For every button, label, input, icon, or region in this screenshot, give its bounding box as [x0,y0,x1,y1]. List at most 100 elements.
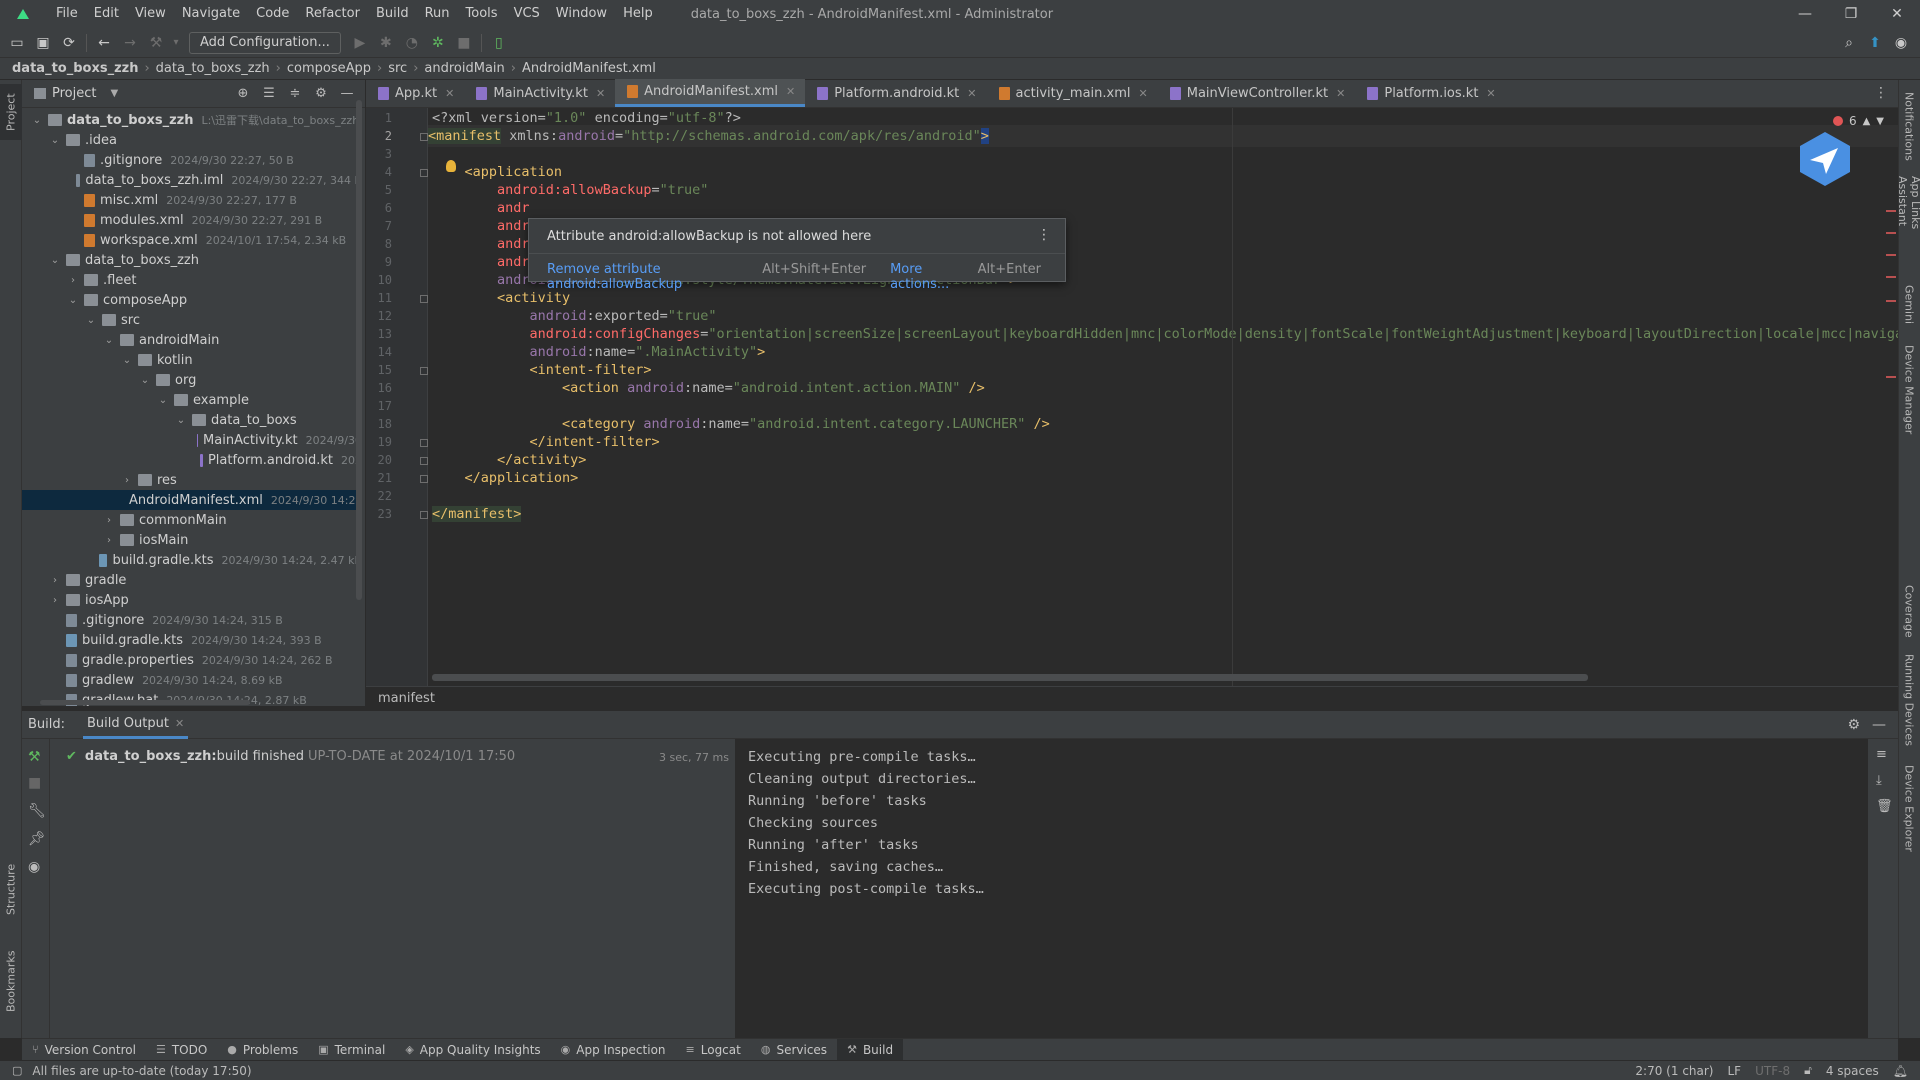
right-tool-tab-running-devices[interactable]: Running Devices [1898,650,1920,750]
tree-item[interactable]: ⌄ data_to_boxs [22,410,362,430]
notifications-icon[interactable]: 🔔︎ [1893,1064,1908,1078]
tab-androidmanifest-xml[interactable]: AndroidManifest.xml ✕ [615,79,806,107]
tab-mainviewcontroller-kt[interactable]: MainViewController.kt ✕ [1158,79,1356,107]
attach-debugger-icon[interactable]: ✲ [425,30,451,56]
tab-app-kt[interactable]: App.kt ✕ [366,79,464,107]
tree-item[interactable]: misc.xml 2024/9/30 22:27, 177 B [22,190,362,210]
make-project-icon[interactable]: ⚒ [143,30,169,56]
chevron-down-icon[interactable]: ⌄ [120,355,134,366]
close-icon[interactable]: ✕ [1139,87,1148,100]
tree-item[interactable]: › commonMain [22,510,362,530]
menu-build[interactable]: Build [368,0,417,28]
tree-item[interactable]: .gitignore 2024/9/30 22:27, 50 B [22,150,362,170]
chevron-down-icon[interactable]: ⌄ [30,115,44,126]
close-icon[interactable]: ✕ [596,87,605,100]
chevron-right-icon[interactable]: › [120,475,134,486]
tree-item[interactable]: ⌄ androidMain [22,330,362,350]
tree-item[interactable]: ⌄ composeApp [22,290,362,310]
close-icon[interactable]: ✕ [175,717,184,730]
save-all-icon[interactable]: ▣ [30,30,56,56]
tool-window-terminal[interactable]: ▣ Terminal [308,1039,395,1061]
menu-file[interactable]: File [48,0,86,28]
tree-item[interactable]: › .fleet [22,270,362,290]
tool-window-services[interactable]: ◍ Services [751,1039,837,1061]
chevron-down-icon[interactable]: ⌄ [174,415,188,426]
project-tree-scrollbar[interactable] [356,100,362,600]
wrench-icon[interactable]: 🔧︎ [28,803,46,819]
file-encoding[interactable]: UTF-8 [1755,1064,1790,1078]
build-output-tab[interactable]: Build Output ✕ [83,711,189,739]
build-output-console[interactable]: Executing pre-compile tasks… Cleaning out… [736,739,1890,1039]
status-message[interactable]: All files are up-to-date (today 17:50) [32,1064,251,1078]
breadcrumb-item[interactable]: src [388,61,407,76]
fold-marker-icon[interactable] [420,457,428,465]
error-stripe-mark[interactable] [1886,210,1896,212]
tree-item[interactable]: ⌄ kotlin [22,350,362,370]
chevron-down-icon[interactable]: ⌄ [66,295,80,306]
tool-window-problems[interactable]: ● Problems [217,1039,308,1061]
remove-attribute-link[interactable]: Remove attribute android:allowBackup [547,262,752,292]
chevron-down-icon[interactable]: ▼ [110,88,118,99]
debug-icon[interactable]: ✱ [373,30,399,56]
stop-icon[interactable]: ■ [451,30,477,56]
fold-marker-icon[interactable] [420,169,428,177]
breadcrumb-item[interactable]: AndroidManifest.xml [522,61,656,76]
menu-tools[interactable]: Tools [458,0,506,28]
error-stripe-mark[interactable] [1886,300,1896,302]
close-button[interactable]: ✕ [1874,0,1920,28]
editor-breadcrumb-item[interactable]: manifest [378,691,435,706]
menu-navigate[interactable]: Navigate [174,0,248,28]
editor-horizontal-scrollbar[interactable] [432,674,1588,681]
trash-icon[interactable]: 🗑︎ [1876,799,1893,814]
locate-icon[interactable]: ⊕ [233,86,253,101]
expand-all-icon[interactable]: ☰ [259,86,279,101]
tree-item[interactable]: Platform.android.kt 202 [22,450,362,470]
tab-activity-main-xml[interactable]: activity_main.xml ✕ [987,79,1158,107]
chevron-right-icon[interactable]: › [102,535,116,546]
tree-item[interactable]: build.gradle.kts 2024/9/30 14:24, 393 B [22,630,362,650]
line-separator[interactable]: LF [1728,1064,1742,1078]
tree-item[interactable]: › res [22,470,362,490]
code-editor[interactable]: 1 2 3 4 5 6 7 8 9 10 11 12 13 14 15 16 17 18 19 20 21 22 23 <?… [366,108,1898,686]
tool-window-build[interactable]: ⚒ Build [837,1038,904,1061]
hammer-icon[interactable]: ⚒ [28,749,41,765]
tree-item[interactable]: gradlew 2024/9/30 14:24, 8.69 kB [22,670,362,690]
next-error-icon[interactable]: ▼ [1876,116,1884,127]
error-indicator[interactable]: 6 ▲ ▼ [1832,114,1884,128]
tab-mainactivity-kt[interactable]: MainActivity.kt ✕ [464,79,615,107]
sync-icon[interactable]: ⟳ [56,30,82,56]
tree-item[interactable]: › gradle [22,570,362,590]
close-icon[interactable]: ✕ [1336,87,1345,100]
fold-marker-icon[interactable] [420,439,428,447]
chevron-right-icon[interactable]: › [48,595,62,606]
fold-marker-icon[interactable] [420,367,428,375]
structure-tool-tab[interactable]: Structure [0,856,22,922]
scroll-to-end-icon[interactable]: ⤓ [1876,773,1882,788]
status-icon[interactable]: ▢ [12,1064,22,1077]
more-actions-link[interactable]: More actions... [890,262,968,292]
tree-item[interactable]: MainActivity.kt 2024/9/30 [22,430,362,450]
tool-window-app-quality-insights[interactable]: ◈ App Quality Insights [395,1039,550,1061]
account-icon[interactable]: ◉ [1888,30,1914,56]
tree-item[interactable]: modules.xml 2024/9/30 22:27, 291 B [22,210,362,230]
tree-item[interactable]: gradle.properties 2024/9/30 14:24, 262 B [22,650,362,670]
tree-item[interactable]: ⌄ .idea [22,130,362,150]
chevron-down-icon[interactable]: ⌄ [138,375,152,386]
close-icon[interactable]: ✕ [786,85,795,98]
menu-window[interactable]: Window [548,0,615,28]
tree-item[interactable]: ⌄ org [22,370,362,390]
plugin-bird-icon[interactable] [1796,130,1854,188]
breadcrumb-item[interactable]: data_to_boxs_zzh [12,61,138,76]
tree-item[interactable]: data_to_boxs_zzh.iml 2024/9/30 22:27, 344… [22,170,362,190]
menu-help[interactable]: Help [615,0,661,28]
right-tool-tab-coverage[interactable]: Coverage [1898,580,1920,642]
gear-icon[interactable]: ⚙ [311,86,331,101]
collapse-all-icon[interactable]: ≑ [285,86,305,101]
project-tree-horizontal-scrollbar[interactable] [40,700,250,705]
gear-icon[interactable]: ⚙ [1847,717,1860,733]
error-stripe-mark[interactable] [1886,254,1896,256]
indent-setting[interactable]: 4 spaces [1826,1064,1879,1078]
menu-refactor[interactable]: Refactor [297,0,368,28]
tab-platform-ios-kt[interactable]: Platform.ios.kt ✕ [1355,79,1505,107]
menu-code[interactable]: Code [248,0,297,28]
